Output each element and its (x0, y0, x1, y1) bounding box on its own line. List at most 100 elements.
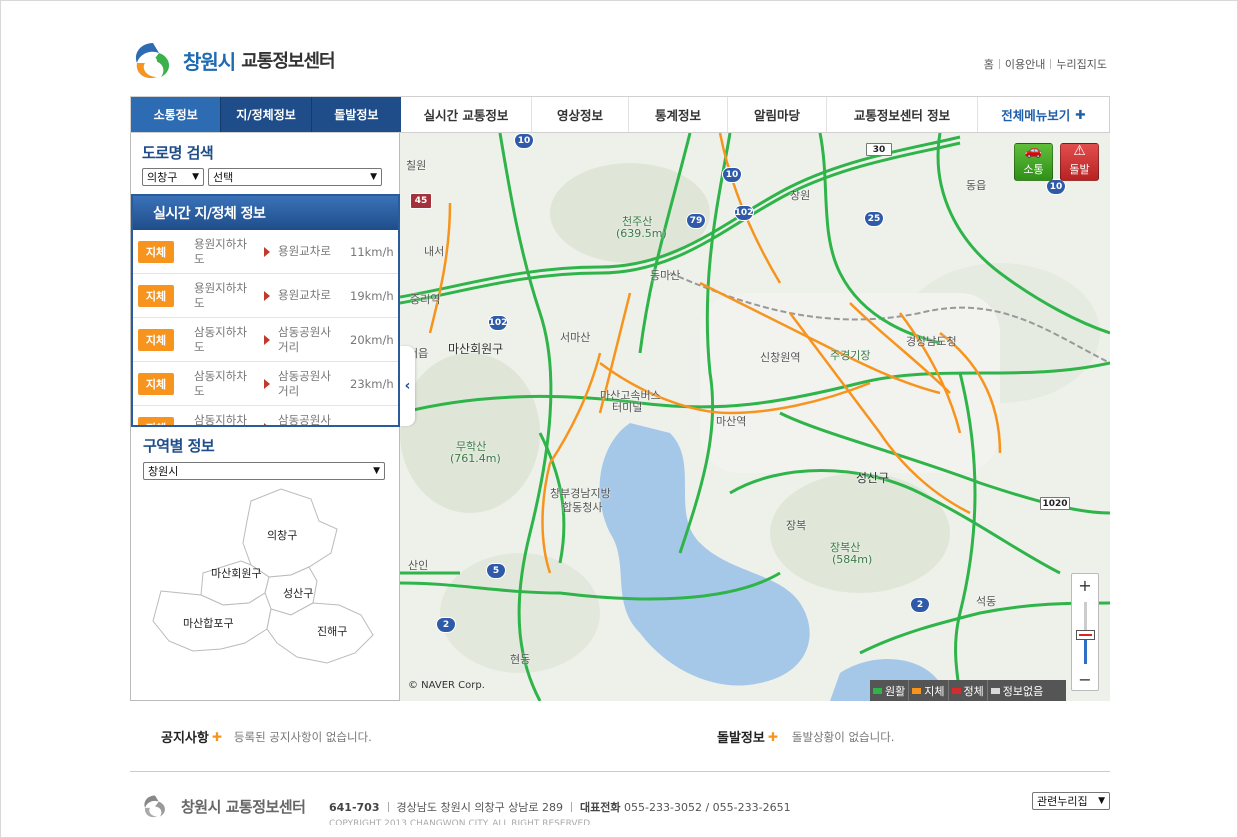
arrow-right-icon (264, 334, 270, 345)
legend-item: 원활 (870, 680, 910, 701)
map-credit: © NAVER Corp. (408, 680, 485, 691)
footer-address: 641-703 경상남도 창원시 의창구 상남로 289 대표전화 055-23… (329, 799, 791, 815)
zoom-track-fill (1084, 636, 1087, 664)
sitemap-link[interactable]: 누리집지도 (1056, 56, 1107, 72)
guide-link[interactable]: 이용안내 (1005, 56, 1045, 72)
to-location: 용원교차로 (278, 244, 331, 258)
road-search: 도로명 검색 의창구 ▼ 선택 ▼ (131, 133, 399, 193)
map-legend: 원활 지체 정체 정보없음 (870, 680, 1066, 701)
menu-video[interactable]: 영상정보 (532, 97, 629, 132)
chevron-left-icon: ‹ (404, 378, 411, 394)
list-item[interactable]: 지체 용원지하차도 용원교차로 19km/h (133, 274, 398, 318)
main-nav: 소통정보 지/정체정보 돌발정보 실시간 교통정보 영상정보 통계정보 알림마당… (130, 96, 1110, 133)
speed: 11km/h (350, 244, 394, 259)
district-select[interactable]: 의창구 ▼ (142, 168, 204, 186)
legend-swatch (951, 687, 961, 694)
phone: 055-233-3052 / 055-233-2651 (624, 800, 791, 814)
route-shield: 10 (1046, 179, 1066, 195)
notice-title[interactable]: 공지사항 (161, 727, 209, 746)
to-location: 용원교차로 (278, 288, 331, 302)
arrow-right-icon (264, 422, 270, 425)
menu-all-label: 전체메뉴보기 (1001, 108, 1071, 123)
map-label-terminal-2: 터미널 (612, 401, 643, 414)
car-icon: 🚗 (1024, 143, 1043, 159)
tab-congestion[interactable]: 지/정체정보 (221, 97, 312, 132)
city-select-value: 창원시 (148, 465, 179, 478)
status-badge: 지체 (138, 240, 174, 263)
map-label-jangboksan-height: (584m) (832, 553, 873, 566)
congestion-title: 실시간 지/정체 정보 (133, 196, 398, 230)
road-select[interactable]: 선택 ▼ (208, 168, 382, 186)
home-link[interactable]: 홈 (984, 56, 994, 72)
legend-label: 정체 (963, 684, 984, 698)
list-item[interactable]: 지체 삼동지하차도 삼동공원사거리 23km/h (133, 362, 398, 406)
legend-label: 지체 (924, 684, 945, 698)
menu-center-info[interactable]: 교통정보센터 정보 (827, 97, 978, 132)
to-location: 삼동공원사거리 (278, 368, 331, 398)
list-item[interactable]: 지체 삼동지하차도 삼동공원사거리 20km/h (133, 318, 398, 362)
zoom-slider-handle[interactable] (1076, 630, 1095, 640)
notice-section: 공지사항 ✚ 등록된 공지사항이 없습니다. (161, 727, 372, 747)
from-location: 삼동지하차도 (194, 324, 247, 354)
map-label-masan-hoewon: 마산회원구 (448, 342, 504, 356)
legend-label: 원활 (885, 684, 906, 698)
route-shield: 5 (486, 563, 506, 579)
info-tabs: 소통정보 지/정체정보 돌발정보 (131, 97, 401, 132)
list-item[interactable]: 지체 삼동지하차도 삼동공원사거리 (133, 406, 398, 427)
map-label-ic-dongmasan: 동마산 (650, 269, 681, 282)
route-shield: 102 (734, 205, 754, 221)
district-map[interactable]: 의창구 마산회원구 성산구 마산합포구 진해구 (141, 481, 391, 691)
site-logo[interactable]: 창원시 교통정보센터 (129, 38, 336, 82)
map-label-jungni: 중리역 (410, 293, 441, 306)
incident-toggle-button[interactable]: ⚠ 돌발 (1060, 143, 1099, 181)
status-badge: 지체 (138, 372, 174, 395)
menu-all[interactable]: 전체메뉴보기 ✚ (978, 97, 1109, 132)
road-select-value: 선택 (213, 171, 234, 184)
district-label-jinhae: 진해구 (317, 624, 347, 638)
incident-toggle-label: 돌발 (1069, 163, 1090, 176)
logo-title: 교통정보센터 (241, 51, 335, 72)
chevron-down-icon: ▼ (192, 172, 199, 182)
map-label-seongsan: 성산구 (856, 471, 890, 485)
tab-flow[interactable]: 소통정보 (131, 97, 222, 132)
city-select[interactable]: 창원시 ▼ (143, 462, 385, 480)
plus-icon[interactable]: ✚ (768, 730, 778, 744)
map-label-gyeongnam: 경상남도청 (906, 335, 957, 348)
legend-swatch (873, 687, 882, 694)
map-label-naeseo: 내서 (424, 245, 445, 258)
map-label-seokdong: 석동 (976, 595, 997, 608)
list-item[interactable]: 지체 용원지하차도 용원교차로 11km/h (133, 230, 398, 274)
to-location: 삼동공원사거리 (278, 412, 331, 427)
district-label-masan-happo: 마산합포구 (183, 617, 234, 630)
incident-title[interactable]: 돌발정보 (717, 727, 765, 746)
road-search-title: 도로명 검색 (142, 144, 214, 162)
route-shield: 10 (722, 167, 742, 183)
route-shield: 79 (686, 213, 706, 229)
menu-stats[interactable]: 통계정보 (629, 97, 728, 132)
zoom-in-button[interactable]: + (1072, 574, 1098, 596)
to-location: 삼동공원사거리 (278, 324, 331, 354)
from-location: 삼동지하차도 (194, 368, 247, 398)
chevron-down-icon: ▼ (370, 172, 377, 182)
menu-notice[interactable]: 알림마당 (728, 97, 827, 132)
footer-divider (130, 771, 1110, 772)
map-label-ic-seomasan: 서마산 (560, 331, 591, 344)
speed: 20km/h (350, 332, 394, 347)
map-label-sansin: 산인 (408, 559, 429, 572)
speed: 23km/h (350, 376, 394, 391)
route-shield: 30 (866, 143, 892, 156)
panel-collapse-button[interactable]: ‹ (400, 346, 415, 426)
traffic-map[interactable]: 칠원 천주산 (639.5m) 내서 중리역 마산회원구 서읍 마산고속버스 터… (400, 133, 1110, 701)
left-panel: 도로명 검색 의창구 ▼ 선택 ▼ 실시간 지/정체 정보 지체 용원지하차도 … (130, 133, 400, 701)
tab-incident[interactable]: 돌발정보 (312, 97, 401, 132)
phone-label: 대표전화 (580, 801, 621, 814)
map-label-dongeup: 동읍 (966, 179, 987, 192)
from-location: 삼동지하차도 (194, 412, 247, 427)
menu-realtime[interactable]: 실시간 교통정보 (401, 97, 532, 132)
flow-toggle-button[interactable]: 🚗 소통 (1014, 143, 1053, 181)
zoom-out-button[interactable]: − (1072, 668, 1098, 690)
related-sites-select[interactable]: 관련누리집 ▼ (1032, 792, 1110, 810)
speed: 19km/h (350, 288, 394, 303)
plus-icon[interactable]: ✚ (212, 730, 222, 744)
logo-city: 창원시 (183, 49, 236, 74)
